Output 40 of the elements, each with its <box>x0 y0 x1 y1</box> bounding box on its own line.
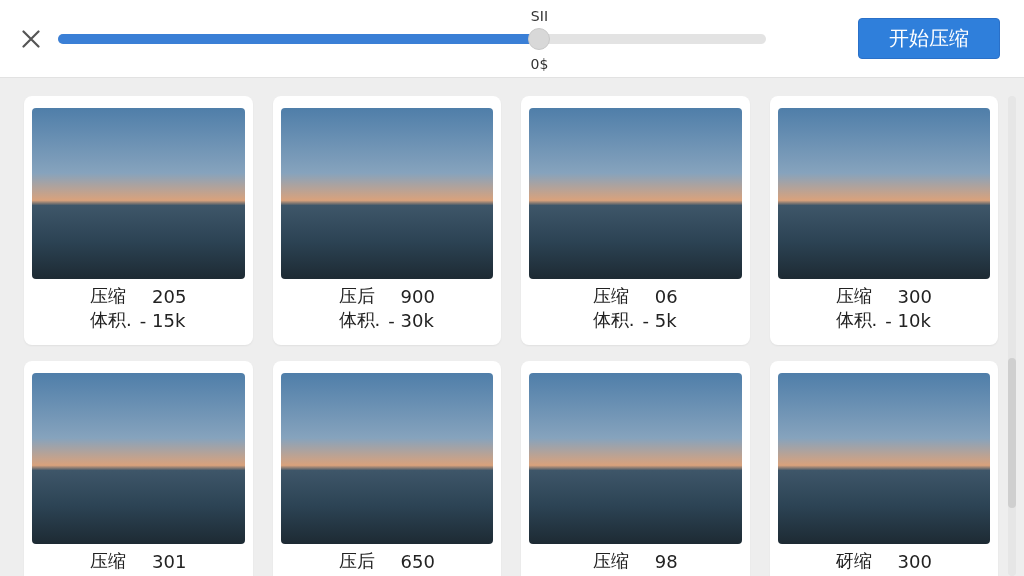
stat-value: 650 <box>400 550 435 572</box>
slider-value-label: SII <box>530 7 548 24</box>
stat-label: 体积. <box>835 308 878 332</box>
image-card[interactable]: 压缩 205 体积. - 15k <box>24 96 253 345</box>
stat-value: - 15k <box>139 309 186 331</box>
image-card[interactable]: 压后 900 体积. - 30k <box>272 96 501 345</box>
stat-label: 压缩 <box>90 284 127 308</box>
image-card[interactable]: 压缩 98 <box>521 361 750 576</box>
stat-label: 砑缩 <box>835 549 872 573</box>
scrollbar-track[interactable] <box>1008 96 1016 576</box>
image-card[interactable]: 砑缩 300 <box>769 361 998 576</box>
slider-track[interactable] <box>58 27 766 50</box>
stat-value: - 30k <box>388 309 434 331</box>
stat-value: - 5k <box>642 309 677 331</box>
image-card[interactable]: 压缩 301 <box>24 361 253 576</box>
stat-label: 体积. <box>90 308 132 332</box>
image-card[interactable]: 压缩 300 体积. - 10k <box>769 96 998 345</box>
image-card[interactable]: 压后 650 <box>272 361 501 576</box>
stat-label: 压缩 <box>592 284 629 308</box>
stat-value: 300 <box>897 285 932 307</box>
stat-label: 体积. <box>592 308 635 332</box>
stat-label: 压后 <box>338 284 375 308</box>
stat-label: 压缩 <box>835 284 872 308</box>
stat-value: 900 <box>400 285 435 307</box>
stat-label: 压缩 <box>592 549 629 573</box>
stat-value: 301 <box>152 550 187 572</box>
image-card[interactable]: 压缩 06 体积. - 5k <box>521 96 750 345</box>
stat-value: 205 <box>152 285 187 307</box>
slider-thumb[interactable] <box>528 27 551 50</box>
stat-label: 压缩 <box>90 549 127 573</box>
stat-label: 压后 <box>338 549 375 573</box>
stat-value: - 10k <box>885 309 931 331</box>
scrollbar-thumb[interactable] <box>1008 358 1016 508</box>
stat-label: 体积. <box>338 308 381 332</box>
slider-min-label: 0$ <box>530 55 549 72</box>
stat-value: 98 <box>654 550 678 572</box>
start-compress-button[interactable]: 开始压缩 <box>858 18 1000 59</box>
stat-value: 06 <box>654 285 678 307</box>
close-icon[interactable] <box>22 29 40 48</box>
stat-value: 300 <box>897 550 932 572</box>
